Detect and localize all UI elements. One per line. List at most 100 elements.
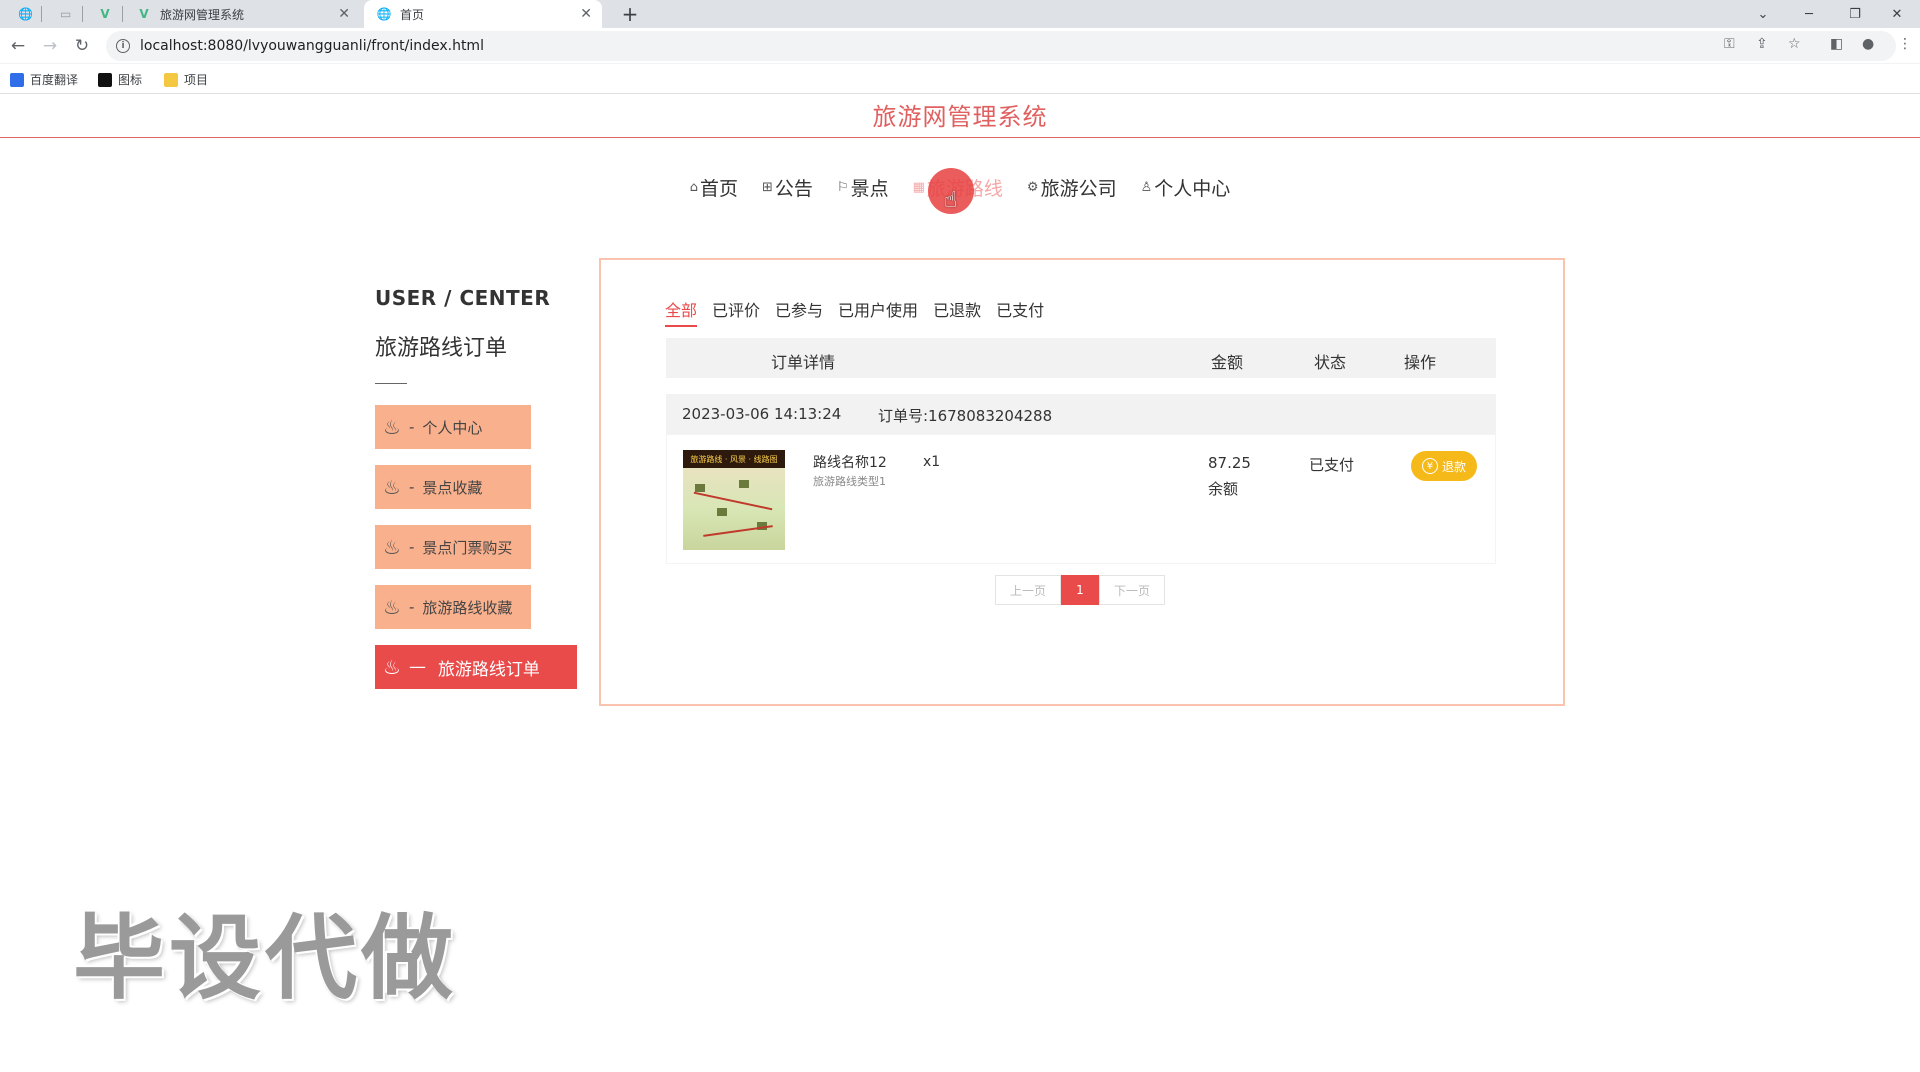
home-icon: ⌂ — [689, 179, 698, 195]
next-page-button[interactable]: 下一页 — [1099, 575, 1165, 605]
tab-reviewed[interactable]: 已评价 — [712, 297, 760, 327]
bookmark-item[interactable]: 图标 — [98, 71, 142, 88]
product-quantity: x1 — [923, 454, 941, 470]
column-amount: 金额 — [1211, 353, 1244, 372]
nav-label: 个人中心 — [1154, 177, 1231, 200]
prev-page-button[interactable]: 上一页 — [995, 575, 1061, 605]
bookmark-item[interactable]: 项目 — [164, 71, 208, 88]
pay-method: 余额 — [1208, 480, 1239, 498]
tab-all[interactable]: 全部 — [665, 297, 698, 327]
vue-icon: V — [100, 7, 110, 21]
profile-icon[interactable]: ● — [1862, 36, 1874, 52]
chevron-down-icon[interactable]: ⌄ — [1740, 0, 1786, 28]
url-text: localhost:8080/lvyouwangguanli/front/ind… — [140, 38, 484, 54]
vue-icon: V — [139, 7, 149, 21]
nav-label: 首页 — [700, 177, 739, 200]
sidebar-item-label: 旅游路线订单 — [437, 659, 540, 680]
close-icon[interactable]: ✕ — [338, 6, 350, 22]
share-icon[interactable]: ⇪ — [1756, 36, 1768, 52]
sidebar-item-prefix: - — [408, 418, 415, 436]
browser-toolbar: ← → ↻ i localhost:8080/lvyouwangguanli/f… — [0, 28, 1920, 64]
nav-label: 公告 — [774, 177, 813, 200]
tab-admin[interactable]: V 旅游网管理系统 ✕ — [124, 0, 360, 28]
info-icon[interactable]: i — [116, 39, 130, 53]
tab-home[interactable]: 🌐 首页 ✕ — [364, 0, 602, 28]
close-icon[interactable]: ✕ — [580, 6, 592, 22]
refund-button[interactable]: ¥ 退款 — [1411, 451, 1477, 481]
menu-icon[interactable]: ⋮ — [1898, 36, 1912, 52]
flame-icon: ♨ — [383, 475, 401, 499]
divider — [375, 383, 407, 384]
product-name[interactable]: 路线名称12 — [813, 452, 887, 472]
sidepanel-icon[interactable]: ◧ — [1830, 36, 1843, 52]
forward-icon[interactable]: → — [38, 34, 62, 58]
yen-icon: ¥ — [1421, 458, 1438, 474]
order-status: 已支付 — [1309, 456, 1355, 474]
bookmark-label: 图标 — [118, 73, 143, 87]
sidebar-item-label: 景点收藏 — [422, 478, 483, 497]
column-status: 状态 — [1314, 353, 1347, 372]
star-icon[interactable]: ☆ — [1788, 36, 1801, 52]
nav-home[interactable]: ⌂ 首页 — [690, 172, 738, 202]
page-number[interactable]: 1 — [1061, 575, 1099, 605]
mail-icon: ▭ — [60, 7, 72, 21]
tab-used[interactable]: 已用户使用 — [838, 297, 918, 327]
tab-refunded[interactable]: 已退款 — [933, 297, 981, 327]
map-marker — [717, 508, 727, 516]
route-thumbnail[interactable]: 旅游路线 · 风景 · 线路图 — [683, 450, 785, 550]
address-bar[interactable]: i localhost:8080/lvyouwangguanli/front/i… — [106, 31, 1896, 61]
product-type: 旅游路线类型1 — [813, 475, 886, 488]
folder-icon — [164, 72, 178, 87]
user-icon: ♙ — [1140, 179, 1153, 195]
tab-pinned-3[interactable]: V — [88, 0, 118, 28]
sidebar-item-route-order[interactable]: ♨ — 旅游路线订单 — [375, 645, 577, 689]
column-action: 操作 — [1404, 353, 1437, 372]
nav-label: 景点 — [850, 177, 889, 200]
route-icon: ▦ — [912, 179, 925, 195]
back-icon[interactable]: ← — [6, 34, 30, 58]
tab-paid[interactable]: 已支付 — [996, 297, 1044, 327]
tab-joined[interactable]: 已参与 — [775, 297, 823, 327]
watermark: 毕设代做 — [73, 905, 458, 1012]
flame-icon: ♨ — [383, 595, 401, 619]
thumbnail-banner: 旅游路线 · 风景 · 线路图 — [690, 455, 778, 464]
nav-notice[interactable]: ⊞ 公告 — [762, 172, 813, 202]
key-icon[interactable]: ⚿ — [1724, 36, 1735, 52]
column-detail: 订单详情 — [771, 353, 836, 372]
bookmark-item[interactable]: 百度翻译 — [10, 71, 78, 88]
hand-cursor-icon: ☝ — [944, 188, 958, 213]
nav-company[interactable]: ⚙ 旅游公司 — [1027, 172, 1117, 202]
order-amount: 87.25 — [1208, 454, 1251, 472]
order-item: 旅游路线 · 风景 · 线路图 路线名称12 旅游路线类型1 x1 87.25 … — [666, 434, 1496, 564]
sidebar-item-ticket[interactable]: ♨ - 景点门票购买 — [375, 525, 531, 569]
gear-icon: ⚙ — [1026, 179, 1039, 195]
new-tab-button[interactable]: + — [616, 0, 644, 28]
sidebar-item-route-fav[interactable]: ♨ - 旅游路线收藏 — [375, 585, 531, 629]
order-number: 订单号:1678083204288 — [878, 407, 1053, 425]
sidebar-item-scenic-fav[interactable]: ♨ - 景点收藏 — [375, 465, 531, 509]
minimize-button[interactable]: ─ — [1786, 0, 1832, 28]
restore-button[interactable]: ❐ — [1832, 0, 1878, 28]
order-status-tabs: 全部 已评价 已参与 已用户使用 已退款 已支付 — [665, 297, 1044, 327]
order-header-row: 2023-03-06 14:13:24 订单号:1678083204288 — [666, 394, 1496, 434]
sidebar-item-prefix: - — [408, 598, 415, 616]
nav-user-center[interactable]: ♙ 个人中心 — [1141, 172, 1231, 202]
nav-scenic[interactable]: ⚐ 景点 — [837, 172, 889, 202]
reload-icon[interactable]: ↻ — [70, 34, 94, 58]
tab-title: 旅游网管理系统 — [160, 7, 245, 22]
flame-icon: ♨ — [383, 655, 401, 679]
sidebar-item-prefix: - — [408, 478, 415, 496]
tab-pinned-2[interactable]: ▭ — [48, 0, 76, 28]
orders-table-header: 订单详情 金额 状态 操作 — [666, 338, 1496, 378]
flame-icon: ♨ — [383, 535, 401, 559]
user-center-title: USER / CENTER — [375, 286, 551, 310]
refund-label: 退款 — [1441, 459, 1466, 474]
order-time: 2023-03-06 14:13:24 — [682, 405, 842, 423]
flame-icon: ♨ — [383, 415, 401, 439]
tab-pinned-1[interactable]: 🌐 — [6, 0, 36, 28]
close-window-button[interactable]: ✕ — [1874, 0, 1920, 28]
sidebar-item-prefix: — — [408, 657, 426, 677]
sidebar-item-user-center[interactable]: ♨ - 个人中心 — [375, 405, 531, 449]
grid-icon: ⊞ — [762, 179, 773, 195]
globe-icon: 🌐 — [376, 7, 392, 21]
